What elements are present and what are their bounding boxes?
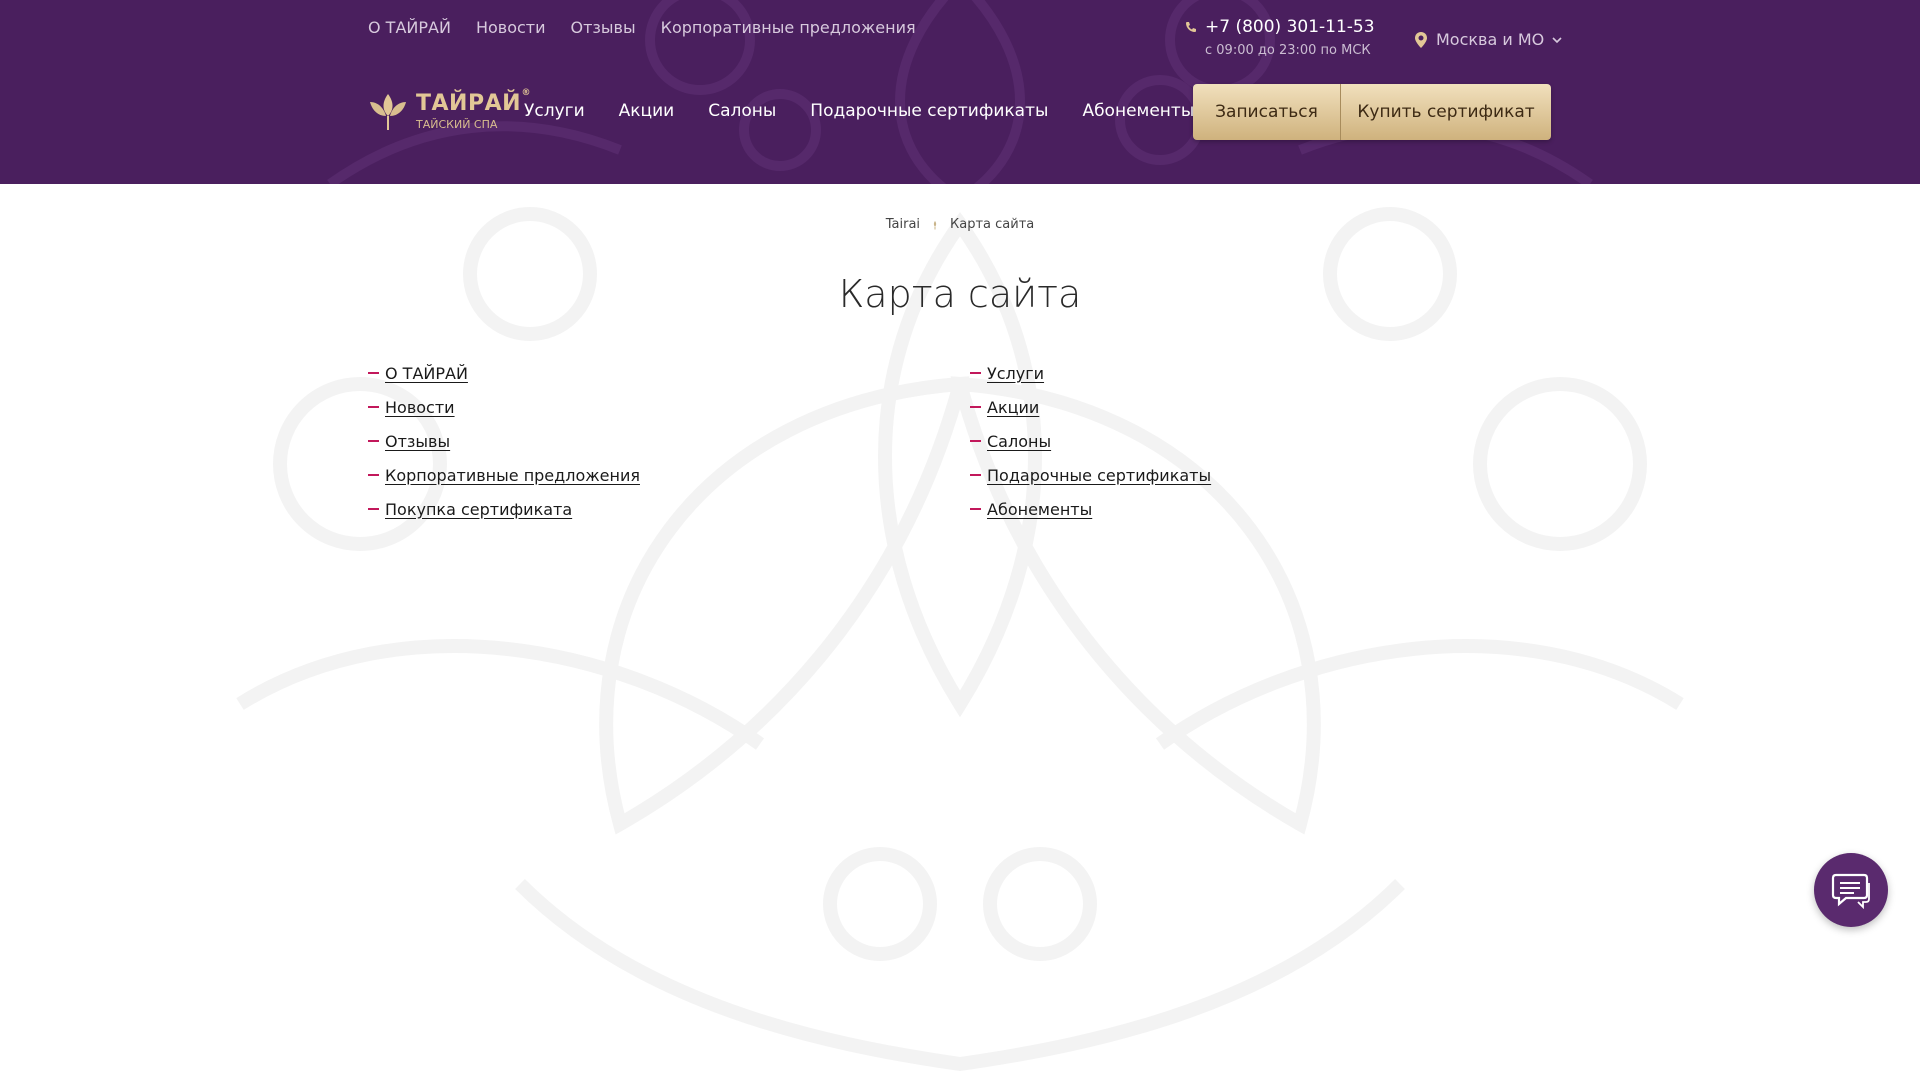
sitemap-item: Покупка сертификата	[368, 492, 640, 526]
dash-marker	[368, 508, 379, 510]
sitemap-link-news[interactable]: Новости	[385, 398, 455, 417]
dash-marker	[368, 440, 379, 442]
sitemap-link-salons[interactable]: Салоны	[987, 432, 1051, 451]
background-ornament	[236, 207, 1684, 1072]
sitemap-link-gift-certificates[interactable]: Подарочные сертификаты	[987, 466, 1211, 485]
sitemap-item: Отзывы	[368, 424, 640, 458]
phone-number[interactable]: +7 (800) 301-11-53	[1205, 17, 1375, 37]
toplink-reviews[interactable]: Отзывы	[571, 18, 636, 37]
location-pin-icon	[1415, 31, 1427, 48]
site-header: О ТАЙРАЙ Новости Отзывы Корпоративные пр…	[0, 0, 1920, 184]
sitemap-item: Услуги	[970, 356, 1211, 390]
sitemap-right-column: Услуги Акции Салоны Подарочные сертифика…	[970, 356, 1211, 526]
sitemap-link-subscriptions[interactable]: Абонементы	[987, 500, 1092, 519]
working-hours: с 09:00 до 23:00 по МСК	[1205, 43, 1371, 58]
logo-name: ТАЙРАЙ ®	[416, 87, 532, 116]
breadcrumb-separator-icon	[933, 220, 937, 229]
sitemap-link-promotions[interactable]: Акции	[987, 398, 1039, 417]
sitemap-item: Подарочные сертификаты	[970, 458, 1211, 492]
toplink-about[interactable]: О ТАЙРАЙ	[368, 18, 451, 37]
toplink-news[interactable]: Новости	[476, 18, 546, 37]
page-title: Карта сайта	[838, 272, 1082, 316]
nav-promotions[interactable]: Акции	[619, 101, 675, 121]
sitemap-item: О ТАЙРАЙ	[368, 356, 640, 390]
main-nav: Услуги Акции Салоны Подарочные сертифика…	[524, 101, 1194, 121]
nav-subscriptions[interactable]: Абонементы	[1082, 101, 1194, 121]
dash-marker	[970, 372, 981, 374]
chevron-down-icon	[1552, 36, 1562, 43]
dash-marker	[368, 372, 379, 374]
dash-marker	[970, 508, 981, 510]
dash-marker	[368, 406, 379, 408]
logo-registered-mark: ®	[521, 87, 532, 98]
sitemap-item: Новости	[368, 390, 640, 424]
sitemap-item: Салоны	[970, 424, 1211, 458]
chat-button[interactable]	[1814, 853, 1888, 927]
dash-marker	[970, 406, 981, 408]
lotus-leaf-icon	[370, 94, 406, 130]
nav-salons[interactable]: Салоны	[708, 101, 776, 121]
sitemap-link-services[interactable]: Услуги	[987, 364, 1044, 383]
chat-icon	[1831, 873, 1870, 909]
top-links: О ТАЙРАЙ Новости Отзывы Корпоративные пр…	[368, 18, 916, 37]
phone-icon	[1186, 22, 1196, 32]
sitemap-link-buy-certificate[interactable]: Покупка сертификата	[385, 500, 572, 519]
contact-block: +7 (800) 301-11-53 с 09:00 до 23:00 по М…	[1185, 17, 1375, 58]
logo-subtitle: ТАЙСКИЙ СПА	[416, 117, 498, 131]
sitemap-link-corporate[interactable]: Корпоративные предложения	[385, 466, 640, 485]
buy-certificate-button[interactable]: Купить сертификат	[1341, 84, 1551, 140]
header-ornament	[327, 0, 1593, 184]
sitemap-item: Акции	[970, 390, 1211, 424]
sitemap-link-about[interactable]: О ТАЙРАЙ	[385, 364, 468, 383]
nav-gift-certificates[interactable]: Подарочные сертификаты	[810, 101, 1048, 121]
city-selector[interactable]: Москва и МО	[1414, 30, 1562, 49]
header-actions: Записаться Купить сертификат	[1193, 84, 1551, 140]
sitemap-item: Корпоративные предложения	[368, 458, 640, 492]
nav-services[interactable]: Услуги	[524, 101, 585, 121]
sitemap-left-column: О ТАЙРАЙ Новости Отзывы Корпоративные пр…	[368, 356, 640, 526]
sitemap-link-reviews[interactable]: Отзывы	[385, 432, 450, 451]
toplink-corporate[interactable]: Корпоративные предложения	[661, 18, 916, 37]
dash-marker	[368, 474, 379, 476]
book-button[interactable]: Записаться	[1193, 84, 1341, 140]
breadcrumb-home[interactable]: Tairai	[886, 217, 920, 232]
breadcrumb-current: Карта сайта	[950, 217, 1035, 232]
dash-marker	[970, 474, 981, 476]
logo[interactable]: ТАЙРАЙ ® ТАЙСКИЙ СПА	[368, 87, 532, 132]
breadcrumb: Tairai Карта сайта	[0, 217, 1920, 232]
sitemap-item: Абонементы	[970, 492, 1211, 526]
city-label: Москва и МО	[1436, 30, 1545, 49]
dash-marker	[970, 440, 981, 442]
